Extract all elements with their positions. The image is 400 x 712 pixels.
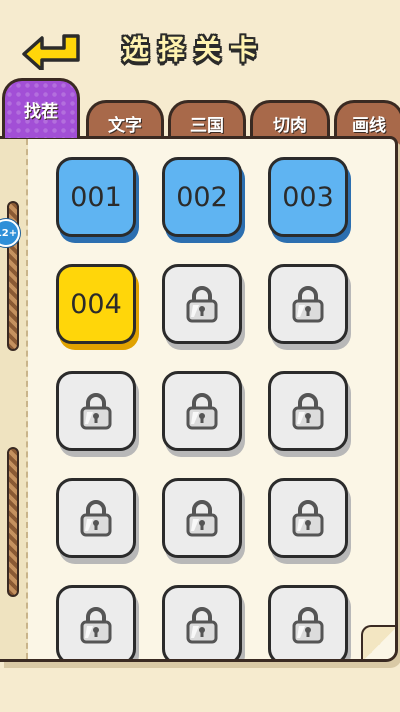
rope-decoration bbox=[7, 447, 19, 597]
page-title: 选择关卡 bbox=[122, 35, 266, 66]
back-button[interactable] bbox=[20, 26, 86, 72]
lock-icon bbox=[80, 607, 112, 644]
level-tile-locked[interactable] bbox=[268, 264, 348, 344]
lock-icon bbox=[80, 500, 112, 537]
lock-icon bbox=[186, 500, 218, 537]
lock-icon bbox=[186, 286, 218, 323]
lock-icon bbox=[186, 607, 218, 644]
level-tile-locked[interactable] bbox=[162, 585, 242, 659]
level-notebook: 12+ 001002003004 bbox=[0, 136, 398, 662]
level-tile-locked[interactable] bbox=[268, 585, 348, 659]
level-tile-locked[interactable] bbox=[162, 478, 242, 558]
lock-icon bbox=[292, 393, 324, 430]
level-tile-004[interactable]: 004 bbox=[56, 264, 136, 344]
level-tile-locked[interactable] bbox=[56, 371, 136, 451]
level-tile-locked[interactable] bbox=[268, 478, 348, 558]
notebook-spine bbox=[0, 139, 28, 659]
level-tile-003[interactable]: 003 bbox=[268, 157, 348, 237]
lock-icon bbox=[292, 286, 324, 323]
page-fold-corner bbox=[361, 625, 395, 659]
lock-icon bbox=[292, 500, 324, 537]
level-tile-001[interactable]: 001 bbox=[56, 157, 136, 237]
lock-icon bbox=[186, 393, 218, 430]
level-tile-locked[interactable] bbox=[56, 585, 136, 659]
level-tile-locked[interactable] bbox=[56, 478, 136, 558]
tab-find-difference[interactable]: 找茬 bbox=[2, 78, 80, 138]
lock-icon bbox=[80, 393, 112, 430]
back-arrow-icon bbox=[22, 34, 80, 72]
level-tile-locked[interactable] bbox=[162, 264, 242, 344]
level-tile-locked[interactable] bbox=[162, 371, 242, 451]
level-tile-002[interactable]: 002 bbox=[162, 157, 242, 237]
level-tile-locked[interactable] bbox=[268, 371, 348, 451]
lock-icon bbox=[292, 607, 324, 644]
